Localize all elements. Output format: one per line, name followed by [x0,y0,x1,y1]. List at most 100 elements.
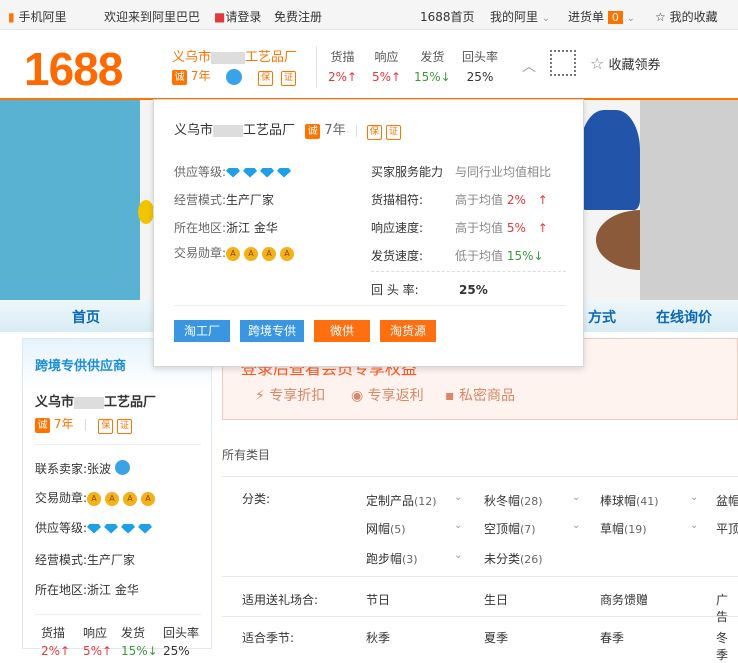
purchase-list-link[interactable]: 进货单 0 ⌄ [568,8,635,25]
category-name: 定制产品 [366,494,415,508]
category-count: (5) [390,523,406,536]
mobile-link[interactable]: ▮ 手机阿里 [8,8,66,25]
crown-icon: A [262,246,277,261]
occasion-item[interactable]: 广告 [716,591,738,625]
shop-name-suffix: 工艺品厂 [104,395,157,410]
chevron-down-icon[interactable]: ⌄ [572,492,580,503]
metric-value: 5% [506,221,526,235]
chevron-down-icon[interactable]: ⌄ [454,550,462,561]
popup-region-row: 所在地区:浙江 金华 [174,219,278,236]
qrcode-icon[interactable] [550,50,576,76]
shop-header: 1688 义乌市 工艺品厂 诚 7年 保 证 货描 2%↑ 响应 5%↑ 发货 15%↓… [0,30,738,100]
register-link[interactable]: 免费注册 [274,8,322,25]
season-item[interactable]: 夏季 [484,629,508,646]
chevron-down-icon[interactable]: ⌄ [690,492,698,503]
category-name: 平顶 [716,522,738,536]
purchase-count-badge: 0 [607,11,623,24]
category-count: (28) [520,495,543,508]
divider [85,418,87,431]
stat-label: 回头率 [462,50,499,64]
home-link[interactable]: 1688首页 [420,8,475,25]
divider [174,305,566,306]
category-name: 棒球帽 [600,494,637,508]
occasion-item[interactable]: 节日 [366,591,390,608]
logo-1688[interactable]: 1688 [24,42,123,96]
btn-taogongchang[interactable]: 淘工厂 [174,320,230,342]
category-count: (19) [624,523,647,536]
category-item[interactable]: 棒球帽(41) [600,492,659,509]
header-shop-name[interactable]: 义乌市 工艺品厂 [172,46,297,65]
chevron-down-icon[interactable]: ⌄ [454,520,462,531]
mobile-label: 手机阿里 [18,10,67,24]
stat-value: 5%↑ [83,644,113,658]
model-photo [640,100,738,300]
category-item[interactable]: 盆帽 [716,492,738,509]
stat-response: 响应 5%↑ [372,48,401,84]
stat-label: 响应 [83,626,108,640]
benefit-rebate[interactable]: ◉ 专享返利 [351,385,424,405]
category-item[interactable]: 网帽(5) [366,520,406,537]
chevron-down-icon[interactable]: ⌄ [572,520,580,531]
diamond-icon [243,167,258,178]
category-item[interactable]: 跑步帽(3) [366,550,418,567]
category-item[interactable]: 秋冬帽(28) [484,492,543,509]
supply-label: 供应等级: [35,521,88,535]
medal-row: 交易勋章: A A A A [35,489,159,506]
years-label: 7年 [190,69,211,83]
login-link[interactable]: ■请登录 [214,8,261,25]
left-shop-name[interactable]: 义乌市 工艺品厂 [35,391,156,410]
btn-taohuoyuan[interactable]: 淘货源 [380,320,436,342]
metric-label: 货描相符: [371,193,424,207]
btn-cross-border[interactable]: 跨境专供 [240,320,304,342]
nav-contact[interactable]: 方式 [588,307,616,327]
hat-graphic [580,110,640,210]
stat-return-rate: 回头率 25% [462,48,498,84]
season-item[interactable]: 春季 [600,629,624,646]
top-bar: ▮ 手机阿里 欢迎来到阿里巴巴 ■请登录 免费注册 1688首页 我的阿里 ⌄ … [0,0,738,30]
wangwang-icon[interactable] [226,68,243,85]
metric-desc: 高于均值 [455,193,504,207]
category-name: 网帽 [366,522,391,536]
favorites-menu[interactable]: ☆ 我的收藏 [655,8,718,25]
btn-weigong[interactable]: 微供 [314,320,370,342]
category-name: 草帽 [600,522,625,536]
chevron-down-icon[interactable]: ⌄ [454,492,462,503]
stat-label: 回头率 [163,626,200,640]
chevron-down-icon[interactable]: ⌄ [690,520,698,531]
chevron-up-icon[interactable]: ︿ [522,56,536,76]
category-item[interactable]: 空顶帽(7) [484,520,536,537]
service-title: 买家服务能力 [371,165,444,179]
crown-icon: A [141,491,156,506]
collect-label: 收藏领券 [608,58,661,73]
stat-label: 货描 [41,626,66,640]
wangwang-icon[interactable] [114,460,130,475]
shop-name-prefix: 义乌市 [172,50,212,65]
all-categories[interactable]: 所有类目 [222,446,270,463]
return-value: 25% [459,283,488,297]
category-item[interactable]: 未分类(26) [484,550,543,567]
redacted-block [74,396,105,409]
season-item[interactable]: 秋季 [366,629,390,646]
mode-label: 经营模式: [174,193,227,207]
return-label: 回 头 率: [371,283,419,297]
occasion-item[interactable]: 商务馈赠 [600,591,648,608]
chengxintong-icon: 诚 [305,124,321,139]
season-item[interactable]: 冬季 [716,629,738,663]
divider [222,616,738,617]
shop-name-prefix: 义乌市 [174,123,214,138]
category-item[interactable]: 平顶 [716,520,738,537]
benefit-discount[interactable]: ⚡ 专享折扣 [255,385,325,405]
category-count: (41) [636,495,659,508]
benefit-private[interactable]: ▪ 私密商品 [445,385,515,405]
arrow-down-icon: ↓ [533,249,544,263]
user-icon: ■ [214,10,226,24]
my-ali-menu[interactable]: 我的阿里 ⌄ [490,8,550,25]
collect-coupon-button[interactable]: ☆ 收藏领券 [590,54,661,73]
class-label: 分类: [242,492,271,506]
category-item[interactable]: 草帽(19) [600,520,647,537]
nav-home[interactable]: 首页 [72,307,100,327]
mode-row: 经营模式:生产厂家 [35,551,135,568]
occasion-item[interactable]: 生日 [484,591,508,608]
nav-inquiry[interactable]: 在线询价 [656,307,712,327]
category-item[interactable]: 定制产品(12) [366,492,437,509]
